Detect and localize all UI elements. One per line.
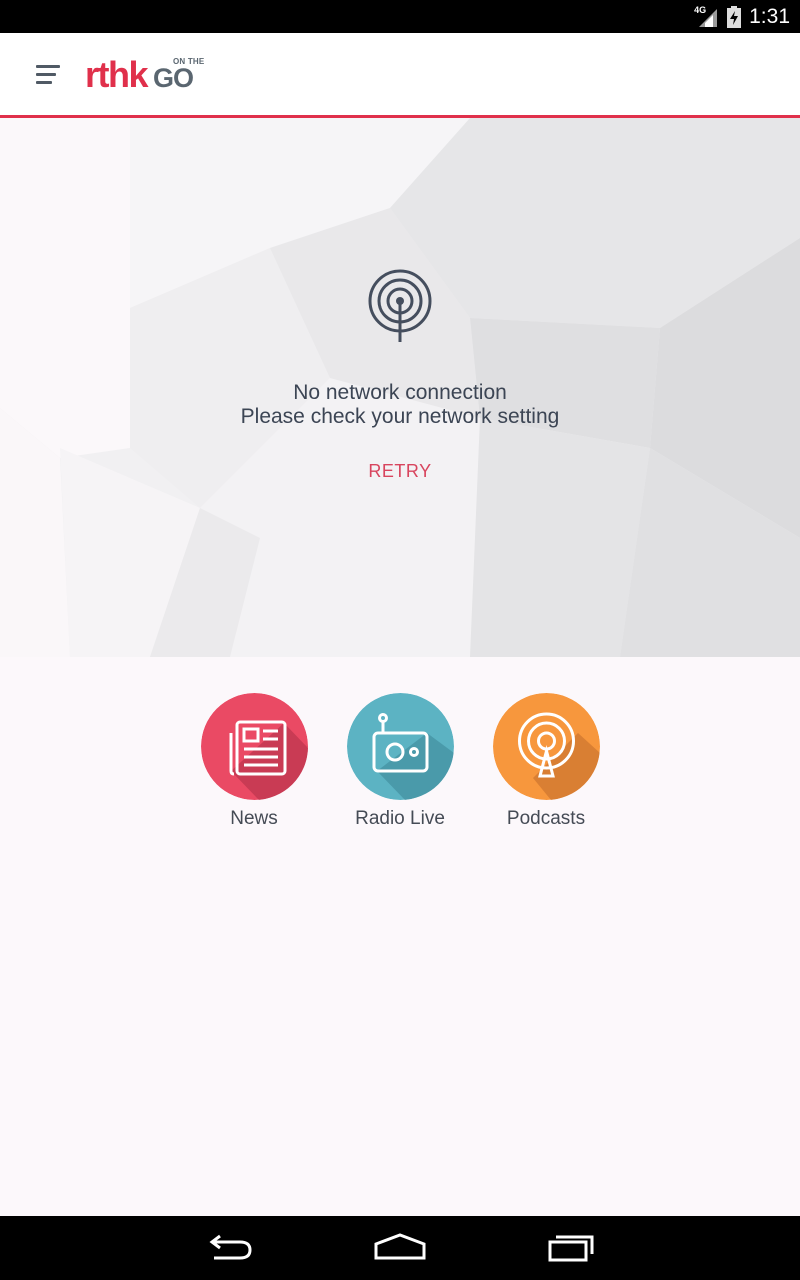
app-bar: rthk ON THE GO bbox=[0, 33, 800, 118]
hamburger-menu-icon[interactable] bbox=[30, 59, 64, 89]
shortcut-news[interactable]: News bbox=[184, 693, 324, 830]
radio-icon bbox=[346, 693, 454, 800]
status-bar: 4G 1:31 bbox=[0, 0, 800, 33]
broadcast-antenna-icon bbox=[368, 269, 432, 342]
error-panel: No network connection Please check your … bbox=[0, 118, 800, 657]
battery-icon bbox=[727, 5, 742, 28]
status-time: 1:31 bbox=[749, 4, 790, 28]
shortcut-podcasts[interactable]: Podcasts bbox=[476, 693, 616, 830]
home-icon[interactable] bbox=[370, 1230, 430, 1266]
podcast-icon bbox=[492, 693, 600, 800]
shortcut-news-label: News bbox=[230, 808, 278, 829]
newspaper-icon bbox=[200, 693, 308, 800]
retry-button[interactable]: RETRY bbox=[350, 461, 450, 489]
rthk-logo: rthk ON THE GO bbox=[85, 55, 205, 95]
shortcut-podcasts-label: Podcasts bbox=[506, 808, 586, 829]
shortcut-radio-live[interactable]: Radio Live bbox=[330, 693, 470, 830]
signal-icon: 4G bbox=[694, 4, 719, 28]
back-icon[interactable] bbox=[200, 1230, 260, 1266]
error-title: No network connection bbox=[293, 381, 507, 404]
error-subtitle: Please check your network setting bbox=[240, 405, 560, 428]
network-type: 4G bbox=[694, 4, 707, 15]
recent-apps-icon[interactable] bbox=[540, 1230, 600, 1266]
logo-suffix: GO bbox=[153, 63, 194, 93]
navigation-bar bbox=[0, 1216, 800, 1280]
logo-text: rthk bbox=[85, 54, 149, 95]
shortcut-radio-live-label: Radio Live bbox=[355, 808, 445, 829]
